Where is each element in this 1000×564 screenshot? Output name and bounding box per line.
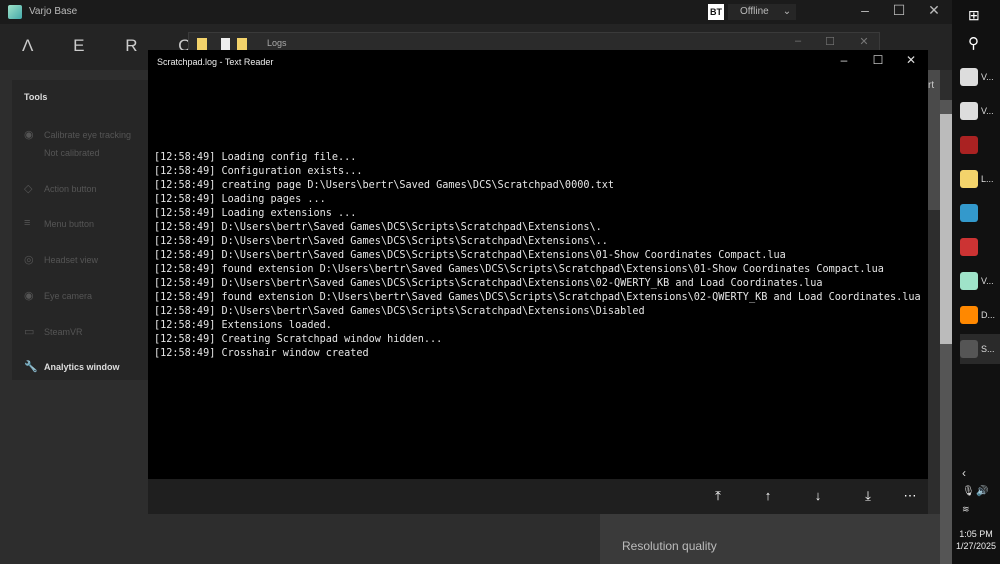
tool-label: Headset view — [44, 255, 99, 265]
varjo-tab[interactable]: rt — [928, 70, 940, 210]
log-line: [12:58:49] creating page D:\Users\bertr\… — [154, 180, 615, 191]
microphone-icon[interactable]: 🎙 — [962, 486, 975, 497]
taskbar-app[interactable]: V... — [960, 96, 1000, 126]
reader-minimize[interactable]: – — [829, 53, 859, 67]
tool-label: Eye camera — [44, 291, 93, 301]
folder-icon — [197, 38, 207, 50]
log-line: [12:58:49] D:\Users\bertr\Saved Games\DC… — [154, 222, 602, 233]
taskbar-app[interactable] — [960, 198, 1000, 228]
resolution-title: Resolution quality — [622, 539, 717, 553]
windows-start-icon[interactable]: ⊞ — [968, 7, 980, 24]
taskbar-app-label: S... — [981, 344, 995, 354]
search-icon[interactable]: ⚲ — [968, 34, 979, 52]
maximize-button[interactable]: ☐ — [884, 2, 914, 19]
steamvr-icon: ▭ — [24, 326, 35, 338]
clock-date[interactable]: 1/27/2025 — [952, 541, 1000, 551]
reader-toolbar: ⤒ ↑ ↓ ⤓ ⋯ — [148, 479, 928, 514]
app-icon — [960, 68, 978, 86]
close-button[interactable]: ✕ — [919, 2, 949, 19]
explorer-close[interactable]: ✕ — [849, 35, 879, 48]
varjo-scrollbar[interactable] — [940, 100, 952, 564]
log-line: [12:58:49] D:\Users\bertr\Saved Games\DC… — [154, 278, 823, 289]
app-icon — [960, 136, 978, 154]
log-line: [12:58:49] Crosshair window created — [154, 348, 369, 359]
tab-partial-label: rt — [928, 80, 935, 91]
scroll-up-icon[interactable]: ↑ — [758, 488, 778, 503]
taskbar-app-label: V... — [981, 72, 994, 82]
status-label: Offline — [740, 6, 769, 17]
log-line: [12:58:49] Extensions loaded. — [154, 320, 332, 331]
taskbar-app[interactable]: V... — [960, 62, 1000, 92]
user-badge[interactable]: BT — [708, 4, 724, 20]
eye-camera-icon: ◉ — [24, 290, 34, 302]
clock-time[interactable]: 1:05 PM — [952, 529, 1000, 539]
taskbar-app[interactable]: V... — [960, 266, 1000, 296]
varjo-titlebar: Varjo Base BT Offline ⌄ – ☐ ✕ — [0, 0, 952, 24]
scroll-top-icon[interactable]: ⤒ — [708, 488, 728, 504]
app-icon — [960, 204, 978, 222]
menu-icon: ≡ — [24, 217, 31, 229]
log-line: [12:58:49] D:\Users\bertr\Saved Games\DC… — [154, 236, 608, 247]
taskbar-app[interactable]: L... — [960, 164, 1000, 194]
log-line: [12:58:49] found extension D:\Users\bert… — [154, 292, 921, 303]
tool-sublabel: Not calibrated — [44, 148, 100, 158]
app-icon — [960, 340, 978, 358]
tools-title: Tools — [24, 92, 48, 102]
explorer-maximize[interactable]: ☐ — [815, 35, 845, 48]
reader-title: Scratchpad.log - Text Reader — [157, 57, 274, 67]
taskbar-app[interactable] — [960, 130, 1000, 160]
network-icon[interactable]: ≋ — [962, 504, 970, 515]
taskbar: ⊞ ⚲ V... V... L... V... D... S... ‹ 🎙 🔊 ≋ 1:0… — [952, 0, 1000, 564]
chevron-down-icon: ⌄ — [782, 6, 792, 17]
app-icon — [960, 272, 978, 290]
taskbar-app[interactable]: D... — [960, 300, 1000, 330]
taskbar-app[interactable] — [960, 232, 1000, 262]
log-line: [12:58:49] Loading config file... — [154, 152, 357, 163]
explorer-minimize[interactable]: – — [783, 35, 813, 47]
explorer-title: Logs — [267, 38, 287, 48]
taskbar-app-label: L... — [981, 174, 994, 184]
volume-icon[interactable]: 🔊 — [976, 486, 988, 497]
wrench-icon: 🔧 — [24, 361, 38, 373]
app-icon — [960, 170, 978, 188]
status-dropdown[interactable]: Offline ⌄ — [728, 4, 796, 20]
reader-close[interactable]: ✕ — [896, 53, 926, 67]
taskbar-app[interactable]: S... — [960, 334, 1000, 364]
tool-label: Action button — [44, 184, 97, 194]
minimize-button[interactable]: – — [850, 2, 880, 18]
varjo-logo-icon — [8, 5, 22, 19]
scroll-bottom-icon[interactable]: ⤓ — [858, 488, 878, 504]
app-icon — [960, 102, 978, 120]
diamond-icon: ◇ — [24, 183, 33, 195]
tool-label: SteamVR — [44, 327, 83, 337]
tool-label: Calibrate eye tracking — [44, 130, 132, 140]
log-line: [12:58:49] found extension D:\Users\bert… — [154, 264, 884, 275]
taskbar-app-label: V... — [981, 106, 994, 116]
log-content[interactable]: [12:58:49] Loading config file... [12:58:… — [154, 151, 921, 361]
app-icon — [960, 238, 978, 256]
more-icon[interactable]: ⋯ — [900, 488, 920, 504]
headset-icon: ◎ — [24, 254, 34, 266]
log-line: [12:58:49] D:\Users\bertr\Saved Games\DC… — [154, 250, 786, 261]
log-line: [12:58:49] Loading extensions ... — [154, 208, 357, 219]
taskbar-app-label: D... — [981, 310, 996, 320]
log-line: [12:58:49] Creating Scratchpad window hi… — [154, 334, 443, 345]
eye-icon: ◉ — [24, 129, 34, 141]
app-icon — [960, 306, 978, 324]
properties-icon — [221, 38, 230, 50]
scroll-down-icon[interactable]: ↓ — [808, 488, 828, 503]
app-title: Varjo Base — [29, 6, 78, 17]
log-line: [12:58:49] D:\Users\bertr\Saved Games\DC… — [154, 306, 645, 317]
chevron-left-icon[interactable]: ‹ — [962, 466, 966, 480]
tool-label: Analytics window — [44, 362, 120, 372]
log-line: [12:58:49] Loading pages ... — [154, 194, 326, 205]
log-line: [12:58:49] Configuration exists... — [154, 166, 363, 177]
text-reader-window: Scratchpad.log - Text Reader – ☐ ✕ [12:5… — [148, 50, 928, 514]
resolution-card: Resolution quality — [600, 514, 940, 564]
tool-label: Menu button — [44, 219, 95, 229]
taskbar-app-label: V... — [981, 276, 994, 286]
reader-maximize[interactable]: ☐ — [863, 53, 893, 67]
new-folder-icon — [237, 38, 247, 50]
